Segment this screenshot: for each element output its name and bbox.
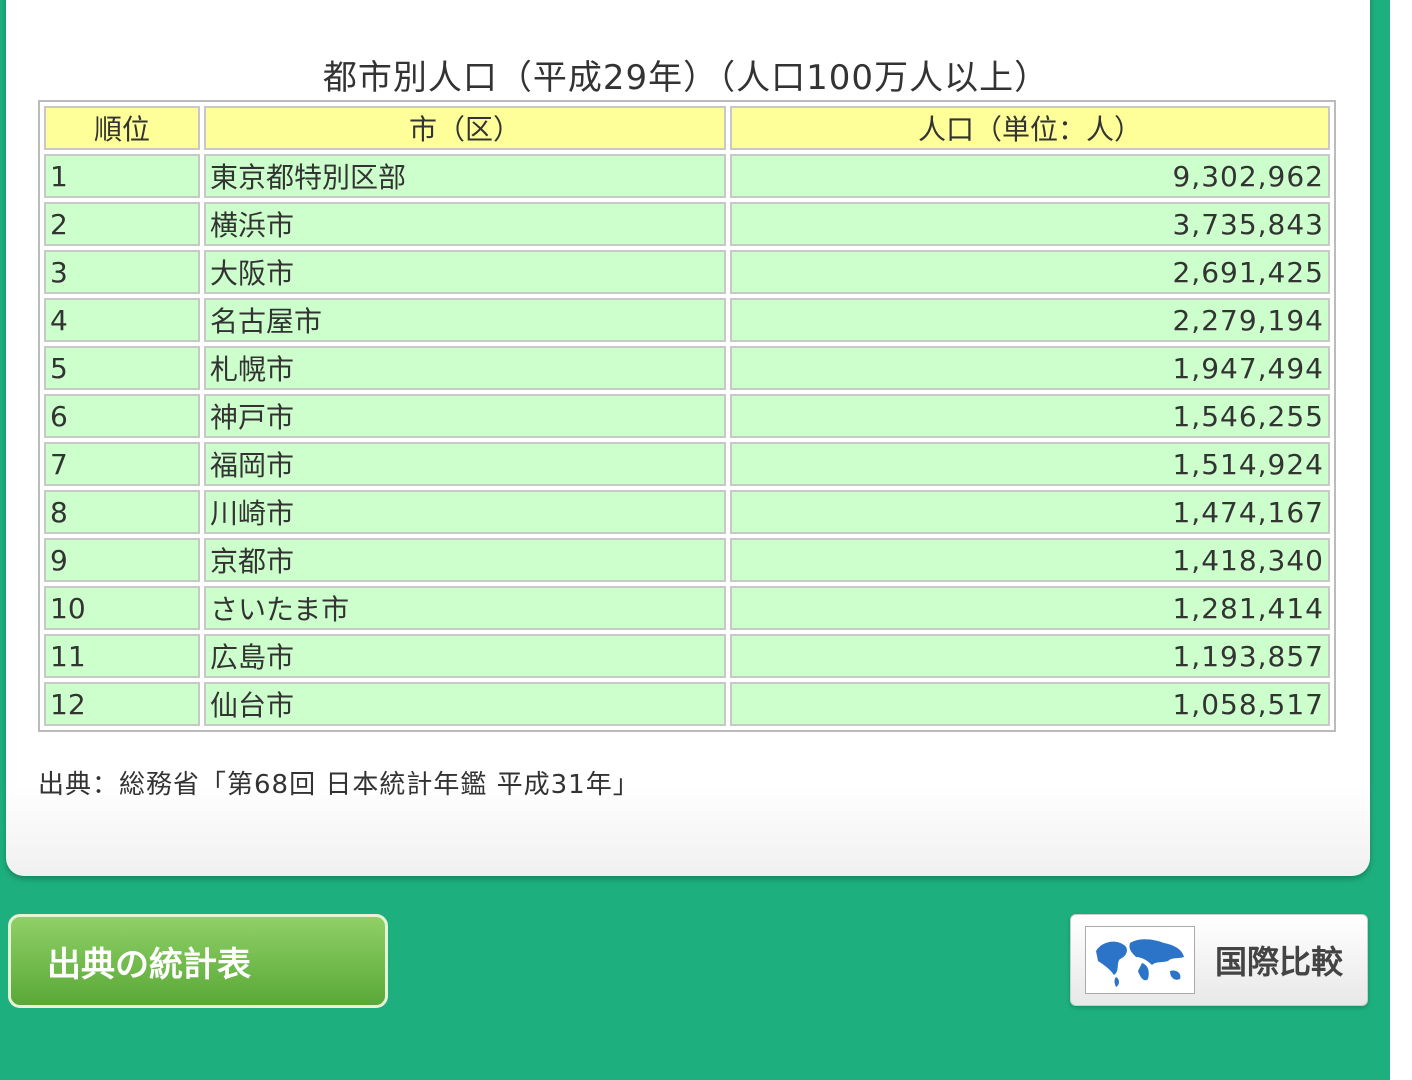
city-cell: 広島市: [204, 634, 726, 678]
table-row: 9 京都市 1,418,340: [44, 538, 1330, 582]
table-row: 10 さいたま市 1,281,414: [44, 586, 1330, 630]
city-cell: 京都市: [204, 538, 726, 582]
table-row: 8 川崎市 1,474,167: [44, 490, 1330, 534]
population-cell: 2,691,425: [730, 250, 1330, 294]
world-map-icon: [1085, 926, 1195, 994]
population-cell: 3,735,843: [730, 202, 1330, 246]
city-cell: 名古屋市: [204, 298, 726, 342]
city-cell: 札幌市: [204, 346, 726, 390]
city-cell: 神戸市: [204, 394, 726, 438]
table-row: 3 大阪市 2,691,425: [44, 250, 1330, 294]
rank-cell: 7: [44, 442, 200, 486]
header-city: 市（区）: [204, 106, 726, 150]
table-row: 12 仙台市 1,058,517: [44, 682, 1330, 726]
rank-cell: 11: [44, 634, 200, 678]
rank-cell: 5: [44, 346, 200, 390]
table-row: 1 東京都特別区部 9,302,962: [44, 154, 1330, 198]
table-row: 5 札幌市 1,947,494: [44, 346, 1330, 390]
city-cell: 川崎市: [204, 490, 726, 534]
source-table-button-label: 出典の統計表: [47, 944, 251, 985]
city-cell: さいたま市: [204, 586, 726, 630]
population-cell: 1,474,167: [730, 490, 1330, 534]
table-header-row: 順位 市（区） 人口（単位：人）: [44, 106, 1330, 150]
population-cell: 1,947,494: [730, 346, 1330, 390]
table-row: 2 横浜市 3,735,843: [44, 202, 1330, 246]
rank-cell: 2: [44, 202, 200, 246]
population-cell: 9,302,962: [730, 154, 1330, 198]
table-row: 11 広島市 1,193,857: [44, 634, 1330, 678]
population-cell: 1,514,924: [730, 442, 1330, 486]
population-table: 順位 市（区） 人口（単位：人） 1 東京都特別区部 9,302,962 2 横…: [38, 100, 1336, 732]
source-note: 出典：総務省「第68回 日本統計年鑑 平成31年」: [38, 770, 640, 800]
table-row: 4 名古屋市 2,279,194: [44, 298, 1330, 342]
city-cell: 横浜市: [204, 202, 726, 246]
source-table-button[interactable]: 出典の統計表: [8, 914, 388, 1008]
population-cell: 1,546,255: [730, 394, 1330, 438]
rank-cell: 10: [44, 586, 200, 630]
city-cell: 福岡市: [204, 442, 726, 486]
population-cell: 2,279,194: [730, 298, 1330, 342]
city-cell: 大阪市: [204, 250, 726, 294]
city-cell: 東京都特別区部: [204, 154, 726, 198]
international-comparison-button[interactable]: 国際比較: [1070, 914, 1368, 1006]
rank-cell: 3: [44, 250, 200, 294]
rank-cell: 4: [44, 298, 200, 342]
table-row: 6 神戸市 1,546,255: [44, 394, 1330, 438]
rank-cell: 9: [44, 538, 200, 582]
rank-cell: 6: [44, 394, 200, 438]
city-cell: 仙台市: [204, 682, 726, 726]
rank-cell: 8: [44, 490, 200, 534]
population-cell: 1,418,340: [730, 538, 1330, 582]
page-title: 都市別人口（平成29年）（人口100万人以上）: [322, 58, 1050, 98]
table-row: 7 福岡市 1,514,924: [44, 442, 1330, 486]
rank-cell: 1: [44, 154, 200, 198]
header-population: 人口（単位：人）: [730, 106, 1330, 150]
international-comparison-label: 国際比較: [1215, 943, 1344, 981]
rank-cell: 12: [44, 682, 200, 726]
header-rank: 順位: [44, 106, 200, 150]
population-cell: 1,281,414: [730, 586, 1330, 630]
population-cell: 1,058,517: [730, 682, 1330, 726]
population-cell: 1,193,857: [730, 634, 1330, 678]
right-edge-strip: [1390, 0, 1412, 1080]
